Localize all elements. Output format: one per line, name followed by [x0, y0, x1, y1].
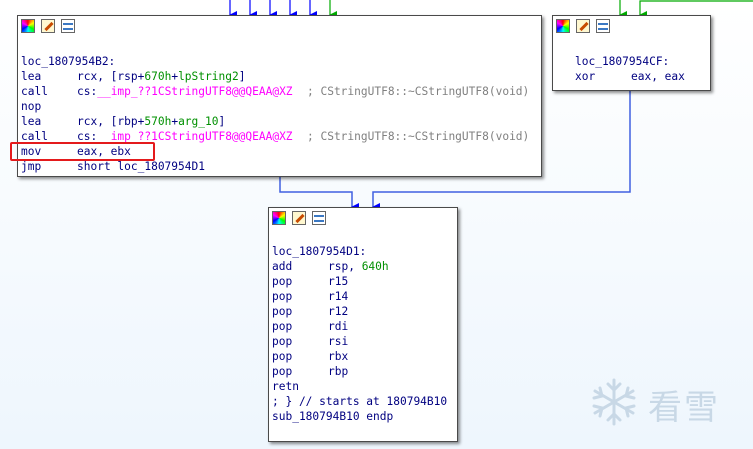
instruction-line[interactable]: pop rdi	[269, 319, 457, 334]
graph-icon[interactable]	[596, 19, 610, 33]
instruction-line[interactable]: pop rsi	[269, 334, 457, 349]
instruction-line[interactable]: pop rbp	[269, 364, 457, 379]
watermark-text: 看雪	[648, 388, 720, 428]
code-label: loc_1807954D1:	[272, 245, 367, 258]
instruction-line[interactable]: retn	[269, 379, 457, 394]
code-label: loc_1807954B2:	[21, 55, 116, 68]
instruction-line[interactable]: call cs:__imp_??1CStringUTF8@@QEAA@XZ ; …	[18, 84, 541, 99]
block-header	[18, 16, 541, 38]
block-loc-1807954d1[interactable]: loc_1807954D1: add rsp, 640h pop r15 pop r…	[268, 207, 458, 442]
instruction-line[interactable]: nop	[18, 99, 541, 114]
block-header	[269, 208, 457, 230]
block-header	[553, 16, 710, 38]
instruction-line[interactable]: add rsp, 640h	[269, 259, 457, 274]
instruction-line[interactable]: pop r15	[269, 274, 457, 289]
instruction-line[interactable]: lea rcx, [rsp+670h+lpString2]	[18, 69, 541, 84]
snowflake-icon	[592, 378, 636, 426]
instruction-line[interactable]: xor eax, eax	[553, 69, 710, 84]
watermark: 看雪	[588, 376, 748, 428]
instruction-line[interactable]: pop rbx	[269, 349, 457, 364]
code-label: loc_1807954CF:	[575, 55, 670, 68]
pencil-icon[interactable]	[576, 19, 590, 33]
pencil-icon[interactable]	[292, 211, 306, 225]
palette-icon[interactable]	[21, 19, 35, 33]
edge-in-right-2	[639, 0, 753, 19]
block-loc-1807954cf[interactable]: loc_1807954CF: xor eax, eax	[552, 15, 711, 91]
comment-line: ; } // starts at 180794B10	[272, 395, 448, 408]
instruction-line[interactable]: jmp short loc_1807954D1	[18, 159, 541, 174]
instruction-line[interactable]: lea rcx, [rbp+570h+arg_10]	[18, 114, 541, 129]
graph-icon[interactable]	[61, 19, 75, 33]
pencil-icon[interactable]	[41, 19, 55, 33]
graph-icon[interactable]	[312, 211, 326, 225]
highlight-box	[10, 142, 155, 161]
instruction-line[interactable]: pop r14	[269, 289, 457, 304]
edge-left-to-bottom	[279, 175, 359, 211]
instruction-line[interactable]: pop r12	[269, 304, 457, 319]
function-end-line: sub_180794B10 endp	[272, 410, 394, 423]
palette-icon[interactable]	[272, 211, 286, 225]
palette-icon[interactable]	[556, 19, 570, 33]
